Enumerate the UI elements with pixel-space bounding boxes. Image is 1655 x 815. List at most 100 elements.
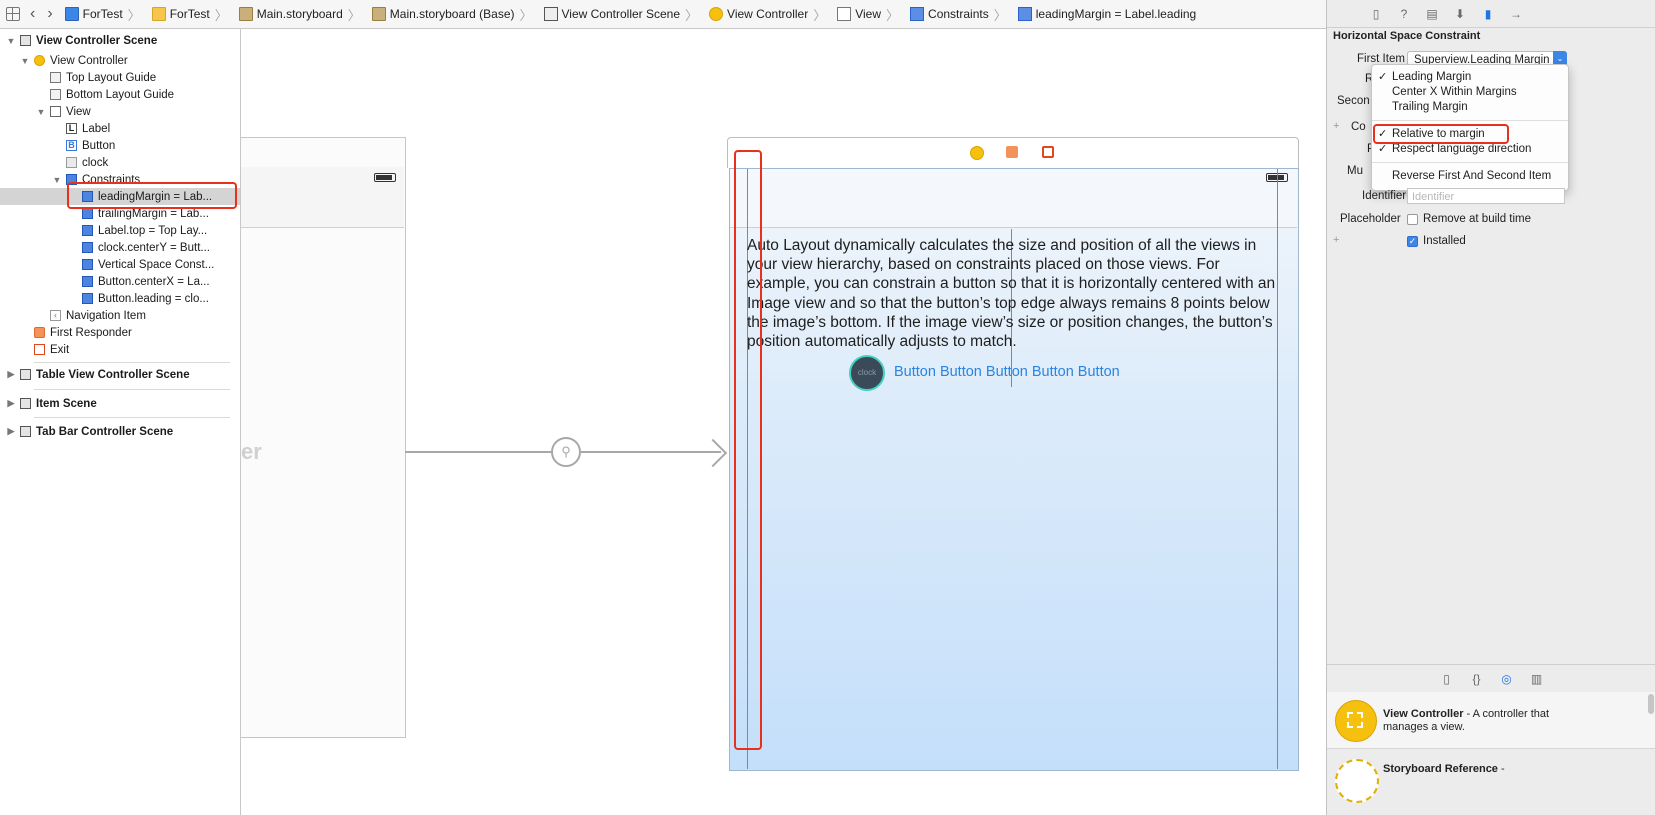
scene-dock[interactable] (727, 137, 1299, 168)
breadcrumb-separator-icon: 〉 (685, 7, 699, 23)
constraint-icon (82, 242, 93, 253)
breadcrumb-folder[interactable]: ForTest (146, 7, 210, 21)
outline-row-button[interactable]: B Button (66, 137, 115, 154)
outline-row-clock[interactable]: clock (66, 154, 108, 171)
scene-icon (543, 7, 558, 21)
outline-row-tab-bar-controller-scene[interactable]: ▶ Tab Bar Controller Scene (6, 423, 174, 440)
add-variation-icon[interactable]: + (1333, 120, 1339, 132)
outline-row-vertical-space[interactable]: Vertical Space Const... (82, 256, 214, 273)
label-icon: L (66, 123, 77, 134)
view-controller-icon[interactable] (970, 146, 984, 160)
outline-row-top-layout-guide[interactable]: Top Layout Guide (50, 69, 156, 86)
library-scrollbar[interactable] (1648, 694, 1654, 714)
simulated-nav-bar (730, 169, 1297, 228)
disclosure-open-icon[interactable]: ▼ (36, 107, 46, 117)
breadcrumb-constraint[interactable]: leadingMargin = Label.leading (1012, 7, 1196, 21)
attributes-inspector-icon[interactable]: ⬇ (1453, 7, 1467, 21)
highlight-box (734, 150, 762, 750)
button-icon: B (66, 140, 77, 151)
file-template-icon[interactable]: ▯ (1440, 672, 1454, 686)
menu-item-leading-margin[interactable]: ✓ Leading Margin (1372, 70, 1568, 85)
checkmark-icon: ✓ (1378, 143, 1388, 155)
outline-row-navigation-item[interactable]: ‹ Navigation Item (50, 307, 146, 324)
auto-layout-label[interactable]: Auto Layout dynamically calculates the s… (747, 236, 1277, 351)
identifier-label: Identifier (1362, 190, 1407, 202)
size-inspector-icon[interactable]: ▮ (1481, 7, 1495, 21)
navigation-item-icon: ‹ (50, 310, 61, 321)
remove-at-build-checkbox[interactable] (1407, 214, 1418, 225)
library-item-view-controller[interactable]: View Controller - A controller that mana… (1327, 692, 1655, 749)
library-item-text: Storyboard Reference - (1383, 763, 1505, 775)
outline-row-item-scene[interactable]: ▶ Item Scene (6, 395, 97, 412)
exit-icon[interactable] (1042, 146, 1054, 158)
outline-row-label-top[interactable]: Label.top = Top Lay... (82, 222, 207, 239)
object-library-icon[interactable]: ◎ (1500, 672, 1514, 686)
disclosure-open-icon[interactable]: ▼ (6, 36, 16, 46)
outline-row-bottom-layout-guide[interactable]: Bottom Layout Guide (50, 86, 174, 103)
breadcrumb-separator-icon: 〉 (519, 7, 533, 23)
connections-inspector-icon[interactable]: → (1509, 7, 1523, 21)
outline-row-view[interactable]: ▼ View (36, 103, 91, 120)
breadcrumb-project[interactable]: ForTest (59, 7, 123, 21)
library-toolbar: ▯ {} ◎ ▥ (1327, 664, 1655, 693)
library-item-text: View Controller - A controller that mana… (1383, 708, 1550, 733)
outline-row-view-controller-scene[interactable]: ▼ View Controller Scene (6, 32, 158, 49)
disclosure-open-icon[interactable]: ▼ (20, 56, 30, 66)
image-view-icon (66, 157, 77, 168)
menu-item-center-x[interactable]: Center X Within Margins (1372, 85, 1568, 100)
disclosure-closed-icon[interactable]: ▶ (6, 369, 16, 380)
outline-row-view-controller[interactable]: ▼ View Controller (20, 52, 128, 69)
scene-icon (20, 398, 31, 409)
storyboard-reference-icon (1335, 759, 1379, 803)
back-arrow-icon[interactable]: ‹ (30, 5, 35, 23)
outline-row-table-view-controller-scene[interactable]: ▶ Table View Controller Scene (6, 366, 190, 383)
segue-link-icon[interactable]: ⚲ (551, 437, 581, 467)
menu-item-reverse[interactable]: Reverse First And Second Item (1372, 169, 1568, 184)
divider (34, 389, 230, 390)
breadcrumb-scene[interactable]: View Controller Scene (538, 7, 680, 21)
library-item-storyboard-reference[interactable]: Storyboard Reference - (1327, 749, 1655, 815)
add-variation-icon[interactable]: + (1333, 234, 1339, 246)
project-icon (64, 7, 79, 21)
outline-row-label[interactable]: L Label (66, 120, 110, 137)
outline-row-button-centerx[interactable]: Button.centerX = La... (82, 273, 210, 290)
file-inspector-icon[interactable]: ▯ (1369, 7, 1383, 21)
installed-checkbox[interactable]: ✓ (1407, 236, 1418, 247)
outline-row-button-leading[interactable]: Button.leading = clo... (82, 290, 209, 307)
constraint-icon (82, 208, 93, 219)
media-library-icon[interactable]: ▥ (1530, 672, 1544, 686)
outline-row-clock-centery[interactable]: clock.centerY = Butt... (82, 239, 210, 256)
identity-inspector-icon[interactable]: ▤ (1425, 7, 1439, 21)
menu-item-respect-language[interactable]: ✓ Respect language direction (1372, 142, 1568, 157)
clock-image[interactable]: clock (849, 355, 885, 391)
storyboard-canvas[interactable]: er ⚲ Auto Layout dynamically calculates … (241, 29, 1326, 815)
installed-label: Installed (1423, 235, 1466, 247)
outline-row-first-responder[interactable]: First Responder (34, 324, 132, 341)
forward-arrow-icon[interactable]: › (47, 5, 52, 23)
breadcrumb-separator-icon: 〉 (993, 7, 1007, 23)
menu-separator (1372, 120, 1568, 121)
button-button[interactable]: Button Button Button Button Button (894, 364, 1120, 380)
breadcrumb-view-controller[interactable]: View Controller (703, 7, 808, 21)
storyboard-icon (371, 7, 386, 21)
related-items-icon[interactable] (6, 7, 20, 21)
identifier-field[interactable]: Identifier (1407, 188, 1565, 204)
breadcrumb-storyboard[interactable]: Main.storyboard (233, 7, 343, 21)
trailing-margin-guide[interactable] (1277, 169, 1278, 769)
breadcrumb-view[interactable]: View (831, 7, 881, 21)
first-responder-icon[interactable] (1006, 146, 1018, 158)
view-icon (837, 7, 852, 21)
menu-item-trailing-margin[interactable]: Trailing Margin (1372, 100, 1568, 115)
code-snippet-icon[interactable]: {} (1470, 672, 1484, 686)
constant-label: Co (1351, 121, 1366, 133)
breadcrumb-storyboard-base[interactable]: Main.storyboard (Base) (366, 7, 515, 21)
document-outline: ▼ View Controller Scene ▼ View Controlle… (0, 29, 241, 815)
disclosure-open-icon[interactable]: ▼ (52, 175, 62, 185)
view-controller-icon (1335, 700, 1377, 742)
disclosure-closed-icon[interactable]: ▶ (6, 398, 16, 409)
quick-help-icon[interactable]: ? (1397, 7, 1411, 21)
disclosure-closed-icon[interactable]: ▶ (6, 426, 16, 437)
outline-row-exit[interactable]: Exit (34, 341, 69, 358)
jump-bar: ‹ › ForTest 〉 ForTest 〉 Main.storyboard … (0, 0, 1400, 29)
breadcrumb-constraints[interactable]: Constraints (904, 7, 989, 21)
